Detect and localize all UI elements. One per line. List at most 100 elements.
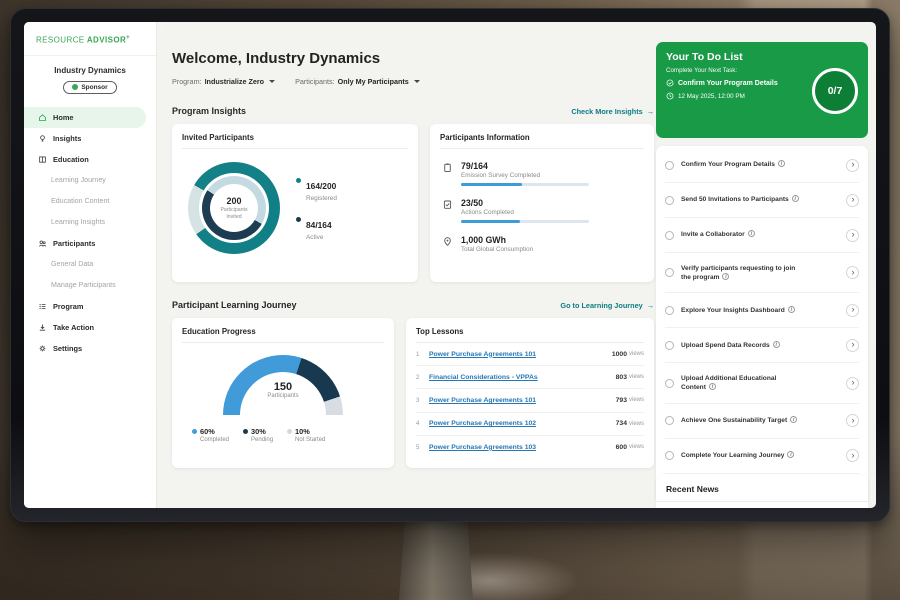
filters-row: Program: Industrialize Zero Participants… [172, 77, 654, 86]
legend-label: Active [306, 234, 332, 241]
info-icon[interactable] [788, 306, 795, 313]
chevron-right-icon[interactable] [846, 159, 859, 172]
lesson-link[interactable]: Financial Considerations - VPPAs [429, 374, 616, 381]
lesson-views: 1000 [612, 351, 627, 358]
todo-item-send-invitations[interactable]: Send 50 Invitations to Participants [665, 183, 859, 218]
insights-cards-row: Invited Participants 200 Participants In… [172, 124, 654, 282]
chevron-right-icon[interactable] [846, 339, 859, 352]
checkbox[interactable] [665, 161, 674, 170]
chevron-right-icon[interactable] [846, 414, 859, 427]
info-icon[interactable] [778, 160, 785, 167]
section-title: Participant Learning Journey [172, 300, 297, 310]
legend-value: 164/200 [306, 181, 336, 191]
sidebar-item-settings[interactable]: Settings [24, 338, 156, 359]
checkbox[interactable] [665, 306, 674, 315]
sidebar-item-label: Settings [53, 344, 82, 353]
todo-summary-card: Your To Do List Complete Your Next Task:… [656, 42, 868, 138]
lesson-link[interactable]: Power Purchase Agreements 102 [429, 420, 616, 427]
info-icon[interactable] [790, 416, 797, 423]
lesson-views: 793 [616, 397, 627, 404]
card-title: Invited Participants [182, 133, 408, 149]
info-icon[interactable] [709, 383, 716, 390]
logo-text-advisor: ADVISOR [87, 36, 126, 45]
sidebar-item-home[interactable]: Home [24, 107, 146, 128]
lesson-row: 1 Power Purchase Agreements 101 1000 vie… [416, 343, 644, 366]
lesson-link[interactable]: Power Purchase Agreements 101 [429, 397, 616, 404]
sidebar: RESOURCE ADVISOR+ Industry Dynamics Spon… [24, 22, 157, 508]
info-icon[interactable] [773, 341, 780, 348]
sidebar-item-general-data[interactable]: General Data [24, 254, 156, 275]
program-filter-label: Program: [172, 77, 202, 86]
sidebar-item-education[interactable]: Education [24, 149, 156, 170]
sidebar-item-participants[interactable]: Participants [24, 233, 156, 254]
lesson-rank: 4 [416, 420, 429, 427]
gauge-center-value: 150 [223, 381, 343, 393]
todo-item-upload-spend-data[interactable]: Upload Spend Data Records [665, 328, 859, 363]
legend-item-not-started: 10% Not Started [287, 427, 325, 443]
sidebar-item-learning-insights[interactable]: Learning Insights [24, 212, 156, 233]
todo-item-invite-collaborator[interactable]: Invite a Collaborator [665, 218, 859, 253]
checkbox[interactable] [665, 416, 674, 425]
info-icon[interactable] [748, 230, 755, 237]
todo-item-label: Explore Your Insights Dashboard [681, 307, 785, 314]
sidebar-item-learning-journey[interactable]: Learning Journey [24, 170, 156, 191]
sidebar-item-education-content[interactable]: Education Content [24, 191, 156, 212]
checkbox[interactable] [665, 379, 674, 388]
chevron-right-icon[interactable] [846, 266, 859, 279]
logo-text-resource: RESOURCE [36, 36, 85, 45]
checkbox[interactable] [665, 231, 674, 240]
todo-item-explore-insights[interactable]: Explore Your Insights Dashboard [665, 293, 859, 328]
app-logo: RESOURCE ADVISOR+ [24, 22, 156, 56]
go-to-learning-journey-link[interactable]: Go to Learning Journey [560, 301, 654, 310]
todo-item-complete-learning-journey[interactable]: Complete Your Learning Journey [665, 439, 859, 474]
info-row-consumption: 1,000 GWh Total Global Consumption [440, 235, 644, 253]
education-gauge-chart: 150 Participants [223, 355, 343, 415]
card-title: Education Progress [182, 327, 384, 343]
clock-icon [666, 92, 674, 100]
checkbox[interactable] [665, 341, 674, 350]
checkbox[interactable] [665, 196, 674, 205]
todo-item-upload-educational-content[interactable]: Upload Additional Educational Content [665, 363, 859, 403]
checkbox[interactable] [665, 268, 674, 277]
checkbox[interactable] [665, 451, 674, 460]
todo-item-confirm-program[interactable]: Confirm Your Program Details [665, 148, 859, 183]
program-filter-value: Industrialize Zero [205, 77, 265, 86]
participants-filter[interactable]: Participants: Only My Participants [295, 77, 420, 86]
todo-item-verify-participants[interactable]: Verify participants requesting to join t… [665, 253, 859, 293]
lesson-link[interactable]: Power Purchase Agreements 101 [429, 351, 612, 358]
sidebar-item-label: Take Action [53, 323, 94, 332]
gauge-center: 150 Participants [223, 381, 343, 399]
sidebar-item-program[interactable]: Program [24, 296, 156, 317]
todo-item-achieve-target[interactable]: Achieve One Sustainability Target [665, 404, 859, 439]
location-pin-icon [442, 236, 453, 247]
card-title: Top Lessons [416, 327, 644, 343]
sidebar-item-label: Participants [53, 239, 95, 248]
bulb-icon [38, 134, 47, 143]
info-icon[interactable] [722, 273, 729, 280]
lesson-views: 600 [616, 444, 627, 451]
sidebar-item-label: Program [53, 302, 83, 311]
donut-center-value: 200 [226, 196, 241, 206]
sidebar-item-manage-participants[interactable]: Manage Participants [24, 275, 156, 296]
info-row-actions: 23/50 Actions Completed [440, 198, 644, 223]
legend-value: 84/164 [306, 220, 332, 230]
lesson-rank: 3 [416, 397, 429, 404]
survey-icon [442, 162, 453, 173]
todo-next-task: Confirm Your Program Details [678, 80, 778, 87]
lesson-link[interactable]: Power Purchase Agreements 103 [429, 444, 616, 451]
invited-participants-card: Invited Participants 200 Participants In… [172, 124, 418, 282]
chevron-right-icon[interactable] [846, 229, 859, 242]
lesson-views-suffix: views [629, 351, 644, 357]
chevron-right-icon[interactable] [846, 194, 859, 207]
info-icon[interactable] [792, 195, 799, 202]
chevron-right-icon[interactable] [846, 449, 859, 462]
chevron-right-icon[interactable] [846, 304, 859, 317]
sidebar-item-insights[interactable]: Insights [24, 128, 156, 149]
check-more-insights-link[interactable]: Check More Insights [571, 107, 654, 116]
chevron-right-icon[interactable] [846, 377, 859, 390]
program-filter[interactable]: Program: Industrialize Zero [172, 77, 275, 86]
invited-legend: 164/200 Registered 84/164 Active [296, 176, 337, 241]
sidebar-item-take-action[interactable]: Take Action [24, 317, 156, 338]
info-icon[interactable] [787, 451, 794, 458]
check-circle-icon [666, 79, 674, 87]
